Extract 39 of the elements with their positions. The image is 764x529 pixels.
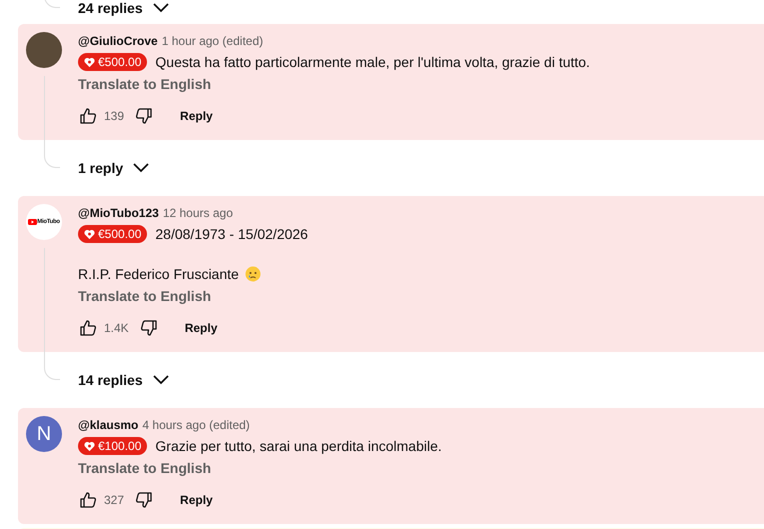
reply-button[interactable]: Reply bbox=[164, 103, 229, 129]
replies-toggle[interactable]: 1 reply bbox=[78, 158, 150, 178]
donation-badge: €100.00 bbox=[78, 437, 148, 455]
thumbs-up-icon[interactable] bbox=[78, 319, 96, 337]
author-name[interactable]: @MioTubo123 bbox=[78, 204, 159, 222]
reply-button[interactable]: Reply bbox=[168, 315, 234, 341]
comment-time: 4 hours ago (edited) bbox=[142, 417, 250, 434]
heart-icon bbox=[84, 440, 95, 452]
chevron-down-icon bbox=[152, 3, 169, 13]
replies-toggle[interactable]: 14 replies bbox=[78, 370, 169, 390]
comment-text: 28/08/1973 - 15/02/2026 bbox=[155, 225, 308, 244]
comment-time: 1 hour ago (edited) bbox=[162, 33, 264, 50]
reply-button[interactable]: Reply bbox=[164, 487, 229, 513]
comment-text: Grazie per tutto, sarai una perdita incolmabile. bbox=[155, 437, 442, 456]
donation-badge: €500.00 bbox=[78, 53, 148, 71]
avatar: N bbox=[26, 416, 62, 452]
thumbs-down-icon[interactable] bbox=[136, 107, 154, 125]
author-name[interactable]: @klausmo bbox=[78, 416, 138, 434]
thumbs-up-icon[interactable] bbox=[78, 491, 96, 509]
comment-text: R.I.P. Federico Frusciante bbox=[78, 265, 239, 284]
chevron-down-icon bbox=[152, 375, 169, 385]
heart-icon bbox=[84, 56, 95, 68]
avatar-photo bbox=[26, 32, 62, 68]
donation-badge: €500.00 bbox=[78, 225, 148, 243]
like-count: 327 bbox=[104, 492, 124, 509]
heart-icon bbox=[84, 228, 95, 240]
comment-text: Questa ha fatto particolarmente male, per l'ultima volta, grazie di tutto. bbox=[155, 53, 590, 72]
chevron-down-icon bbox=[133, 163, 150, 173]
thumbs-down-icon[interactable] bbox=[136, 491, 154, 509]
author-name[interactable]: @GiulioCrove bbox=[78, 32, 158, 50]
thumbs-down-icon[interactable] bbox=[140, 319, 159, 337]
like-count: 139 bbox=[104, 108, 124, 125]
translate-link[interactable]: Translate to English bbox=[78, 286, 764, 306]
replies-toggle[interactable]: 24 replies bbox=[78, 0, 169, 18]
comment-time: 12 hours ago bbox=[162, 205, 233, 222]
thumbs-up-icon[interactable] bbox=[78, 107, 96, 125]
translate-link[interactable]: Translate to English bbox=[78, 458, 764, 478]
like-count: 1.4K bbox=[104, 320, 129, 337]
translate-link[interactable]: Translate to English bbox=[78, 74, 764, 94]
